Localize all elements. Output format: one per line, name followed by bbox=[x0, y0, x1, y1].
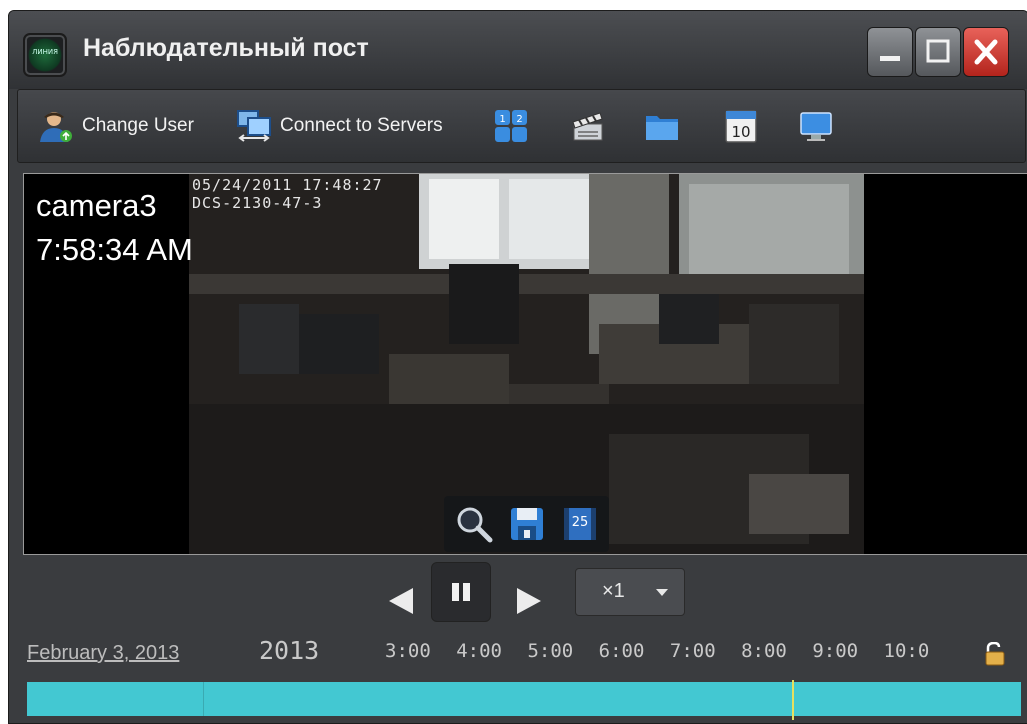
timeline-cursor[interactable] bbox=[792, 680, 794, 720]
calendar-icon: 10 bbox=[725, 110, 757, 143]
fps-icon[interactable]: 25 bbox=[560, 504, 600, 544]
toolbar: Change User Connect to Servers 1 2 10 bbox=[17, 89, 1026, 163]
camera-time: 7:58:34 AM bbox=[36, 232, 193, 267]
monitor-button[interactable] bbox=[798, 108, 842, 144]
minimize-button[interactable] bbox=[867, 27, 913, 77]
svg-text:10: 10 bbox=[731, 123, 750, 141]
year-label: 2013 bbox=[259, 636, 320, 665]
app-logo: ЛИНИЯ bbox=[23, 33, 67, 77]
timeline-divider bbox=[203, 682, 204, 716]
clapperboard-icon bbox=[572, 112, 603, 141]
svg-text:2: 2 bbox=[516, 114, 522, 125]
clapperboard-button[interactable] bbox=[570, 108, 614, 144]
lock-icon[interactable] bbox=[984, 642, 1006, 666]
close-icon bbox=[974, 39, 998, 65]
folder-icon bbox=[646, 116, 678, 140]
step-back-button[interactable] bbox=[377, 576, 427, 626]
monitor-icon bbox=[800, 112, 832, 141]
maximize-button[interactable] bbox=[915, 27, 961, 77]
tick-label: 9:00 bbox=[812, 640, 859, 662]
tick-label: 4:00 bbox=[456, 640, 502, 662]
speed-select[interactable]: ×1 bbox=[575, 568, 685, 616]
zoom-icon[interactable] bbox=[454, 504, 494, 544]
time-ticks: 3:00 4:00 5:00 6:00 7:00 8:00 9:00 10:0 bbox=[385, 640, 929, 662]
folder-button[interactable] bbox=[644, 108, 688, 144]
date-link[interactable]: February 3, 2013 bbox=[27, 642, 179, 665]
layout-button[interactable]: 1 2 bbox=[493, 108, 537, 144]
svg-text:25: 25 bbox=[572, 515, 589, 530]
step-forward-button[interactable] bbox=[503, 576, 553, 626]
app-window: ЛИНИЯ Наблюдательный пост Change User Co… bbox=[8, 10, 1027, 724]
chevron-down-icon bbox=[656, 589, 668, 596]
speed-value: ×1 bbox=[602, 580, 625, 602]
minimize-icon bbox=[880, 56, 900, 61]
connect-to-servers-label: Connect to Servers bbox=[280, 115, 443, 136]
servers-icon bbox=[237, 110, 271, 142]
tick-label: 5:00 bbox=[527, 640, 574, 662]
pause-icon bbox=[452, 583, 470, 601]
calendar-button[interactable]: 10 bbox=[723, 108, 767, 144]
camera-name: camera3 bbox=[36, 188, 157, 223]
user-icon bbox=[40, 112, 72, 142]
title-bar[interactable]: ЛИНИЯ Наблюдательный пост bbox=[9, 11, 1027, 89]
save-icon[interactable] bbox=[507, 504, 547, 544]
tick-label: 10:0 bbox=[883, 640, 930, 662]
tick-label: 3:00 bbox=[385, 640, 431, 662]
playback-panel: ×1 February 3, 2013 2013 3:00 4:00 5:00 … bbox=[9, 556, 1027, 723]
connect-to-servers-button[interactable]: Connect to Servers bbox=[236, 108, 443, 144]
camera-view[interactable]: 05/24/2011 17:48:27 DCS-2130-47-3 camera… bbox=[23, 173, 1027, 555]
change-user-label: Change User bbox=[82, 115, 194, 136]
video-tools: 25 bbox=[444, 496, 609, 552]
maximize-icon bbox=[926, 39, 950, 63]
timeline-bar[interactable] bbox=[27, 680, 1021, 720]
osd-datetime: 05/24/2011 17:48:27 bbox=[192, 176, 383, 194]
osd-device-id: DCS-2130-47-3 bbox=[192, 194, 323, 212]
tick-label: 6:00 bbox=[598, 640, 645, 662]
pause-button[interactable] bbox=[431, 562, 491, 622]
change-user-button[interactable]: Change User bbox=[38, 108, 194, 144]
close-button[interactable] bbox=[963, 27, 1009, 77]
window-title: Наблюдательный пост bbox=[83, 34, 369, 62]
svg-text:1: 1 bbox=[499, 114, 505, 125]
layout-grid-icon: 1 2 bbox=[495, 110, 527, 142]
tick-label: 7:00 bbox=[669, 640, 716, 662]
tick-label: 8:00 bbox=[741, 640, 787, 662]
